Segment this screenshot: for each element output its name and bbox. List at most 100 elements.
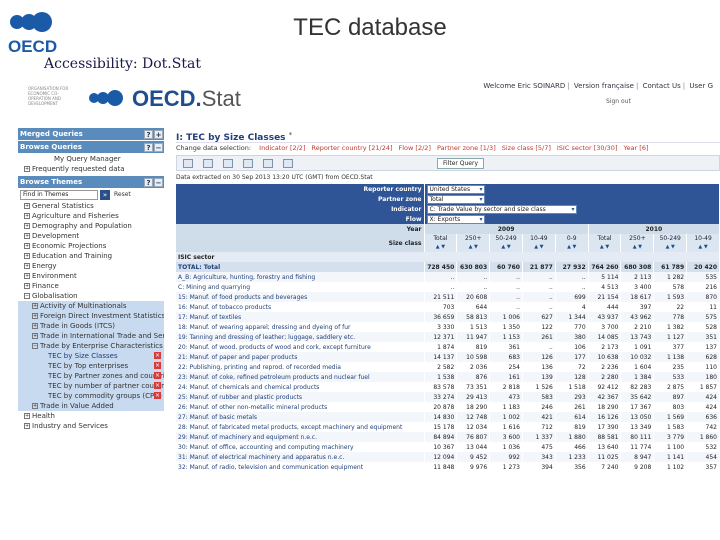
user-link[interactable]: User G <box>689 82 713 90</box>
sort-arrows-icon[interactable]: ▲ ▼ <box>459 243 487 252</box>
remove-icon[interactable]: × <box>154 362 161 369</box>
chart-icon[interactable] <box>223 159 233 168</box>
help-icon[interactable]: ? <box>144 143 153 152</box>
sector-label[interactable]: 22: Publishing, printing and reprod. of … <box>176 362 425 372</box>
size-class-header[interactable]: 250+ ▲ ▼ <box>456 234 491 252</box>
expand-icon[interactable]: + <box>24 253 30 259</box>
expand-icon[interactable]: + <box>32 333 38 339</box>
collapse-icon[interactable]: − <box>154 143 163 152</box>
expand-icon[interactable]: + <box>24 203 30 209</box>
share-icon[interactable] <box>263 159 273 168</box>
version-link[interactable]: Version française <box>574 82 634 90</box>
theme-item[interactable]: + Economic Projections <box>18 241 164 251</box>
sort-arrows-icon[interactable]: ▲ ▼ <box>656 243 684 252</box>
frequently-requested-item[interactable]: + Frequently requested data <box>18 164 164 174</box>
expand-icon[interactable] <box>40 361 46 367</box>
sector-label[interactable]: 30: Manuf. of office, accounting and com… <box>176 442 425 452</box>
filter-dropdown[interactable]: C: Trade Value by sector and size class <box>426 204 577 214</box>
merged-queries-header[interactable]: Merged Queries ? + <box>18 128 164 140</box>
sector-label[interactable]: 31: Manuf. of electrical machinery and a… <box>176 452 425 462</box>
find-in-themes-input[interactable]: Find in Themes <box>20 190 98 200</box>
expand-icon[interactable]: + <box>154 130 163 139</box>
sector-label[interactable]: 16: Manuf. of tobacco products <box>176 302 425 312</box>
theme-item[interactable]: + Industry and Services <box>18 421 164 431</box>
theme-item[interactable]: + Environment <box>18 271 164 281</box>
expand-icon[interactable]: + <box>32 303 38 309</box>
theme-item[interactable]: + Agriculture and Fisheries <box>18 211 164 221</box>
export-icon[interactable] <box>203 159 213 168</box>
expand-icon[interactable]: + <box>24 423 30 429</box>
theme-item[interactable]: TEC by Size Classes × <box>18 351 164 361</box>
theme-item[interactable]: + Development <box>18 231 164 241</box>
filter-dropdown[interactable]: Total <box>426 194 485 204</box>
size-class-header[interactable]: 250+ ▲ ▼ <box>620 234 655 252</box>
sector-label[interactable]: 32: Manuf. of radio, television and comm… <box>176 462 425 472</box>
theme-item[interactable]: TEC by Top enterprises × <box>18 361 164 371</box>
sector-label[interactable]: 28: Manuf. of fabricated metal products,… <box>176 422 425 432</box>
expand-icon[interactable]: + <box>24 283 30 289</box>
theme-item[interactable]: + Trade in Goods (ITCS) <box>18 321 164 331</box>
sector-label[interactable]: 15: Manuf. of food products and beverage… <box>176 292 425 302</box>
size-class-header[interactable]: Total ▲ ▼ <box>588 234 622 252</box>
expand-icon[interactable] <box>40 391 46 397</box>
expand-icon[interactable] <box>40 351 46 357</box>
selection-link[interactable]: Year [6] <box>623 144 648 152</box>
size-class-header[interactable]: 10-49 ▲ ▼ <box>686 234 720 252</box>
sector-label[interactable]: 19: Tanning and dressing of leather; lug… <box>176 332 425 342</box>
sector-label[interactable]: 26: Manuf. of other non-metallic mineral… <box>176 402 425 412</box>
expand-icon[interactable]: + <box>24 213 30 219</box>
selection-link[interactable]: Flow [2/2] <box>399 144 431 152</box>
theme-item[interactable]: + Trade in Value Added <box>18 401 164 411</box>
sector-label[interactable]: 18: Manuf. of wearing apparel; dressing … <box>176 322 425 332</box>
expand-icon[interactable]: + <box>24 263 30 269</box>
expand-icon[interactable]: + <box>32 403 38 409</box>
expand-icon[interactable]: − <box>32 343 38 349</box>
theme-item[interactable]: + Demography and Population <box>18 221 164 231</box>
sector-label[interactable]: 25: Manuf. of rubber and plastic product… <box>176 392 425 402</box>
selection-link[interactable]: Partner zone [1/3] <box>437 144 496 152</box>
find-reset-link[interactable]: Reset <box>114 190 131 200</box>
theme-item[interactable]: + Education and Training <box>18 251 164 261</box>
theme-item[interactable]: +Trade in International Trade and Servic… <box>18 331 164 341</box>
theme-item[interactable]: TEC by number of partner countries × <box>18 381 164 391</box>
sort-arrows-icon[interactable]: ▲ ▼ <box>623 243 651 252</box>
theme-item[interactable]: + Activity of Multinationals <box>18 301 164 311</box>
expand-icon[interactable]: + <box>24 166 30 172</box>
sector-label[interactable]: 29: Manuf. of machinery and equipment n.… <box>176 432 425 442</box>
sector-label[interactable]: TOTAL: Total <box>176 262 425 272</box>
expand-icon[interactable]: + <box>24 273 30 279</box>
save-icon[interactable] <box>243 159 253 168</box>
expand-icon[interactable]: + <box>24 223 30 229</box>
help-icon[interactable]: ? <box>144 130 153 139</box>
expand-icon[interactable]: + <box>32 323 38 329</box>
sort-arrows-icon[interactable]: ▲ ▼ <box>492 243 520 252</box>
size-class-header[interactable]: 50-249 ▲ ▼ <box>653 234 688 252</box>
collapse-icon[interactable]: − <box>154 178 163 187</box>
theme-item[interactable]: TEC by Partner zones and countries × <box>18 371 164 381</box>
sector-label[interactable]: A_B: Agriculture, hunting, forestry and … <box>176 272 425 282</box>
sort-arrows-icon[interactable]: ▲ ▼ <box>689 243 717 252</box>
contact-link[interactable]: Contact Us <box>643 82 681 90</box>
my-query-manager-link[interactable]: My Query Manager <box>18 154 164 164</box>
theme-item[interactable]: + Foreign Direct Investment Statistics <box>18 311 164 321</box>
theme-item[interactable]: + Energy <box>18 261 164 271</box>
size-class-header[interactable]: 0-9 ▲ ▼ <box>555 234 589 252</box>
expand-icon[interactable]: + <box>32 313 38 319</box>
sort-arrows-icon[interactable]: ▲ ▼ <box>591 243 619 252</box>
theme-item[interactable]: + Finance <box>18 281 164 291</box>
sector-label[interactable]: 21: Manuf. of paper and paper products <box>176 352 425 362</box>
sort-arrows-icon[interactable]: ▲ ▼ <box>525 243 553 252</box>
sector-label[interactable]: C: Mining and quarrying <box>176 282 425 292</box>
oecd-stat-wordmark[interactable]: OECD.Stat <box>132 86 241 112</box>
size-class-header[interactable]: Total ▲ ▼ <box>424 234 458 252</box>
sector-label[interactable]: 23: Manuf. of coke, refined petroleum pr… <box>176 372 425 382</box>
expand-icon[interactable] <box>40 381 46 387</box>
selection-link[interactable]: Size class [5/7] <box>502 144 551 152</box>
expand-icon[interactable]: + <box>24 233 30 239</box>
sector-label[interactable]: 24: Manuf. of chemicals and chemical pro… <box>176 382 425 392</box>
sector-label[interactable]: 27: Manuf. of basic metals <box>176 412 425 422</box>
print-icon[interactable] <box>283 159 293 168</box>
remove-icon[interactable]: × <box>154 382 161 389</box>
expand-icon[interactable]: + <box>24 413 30 419</box>
sort-arrows-icon[interactable]: ▲ ▼ <box>558 243 586 252</box>
